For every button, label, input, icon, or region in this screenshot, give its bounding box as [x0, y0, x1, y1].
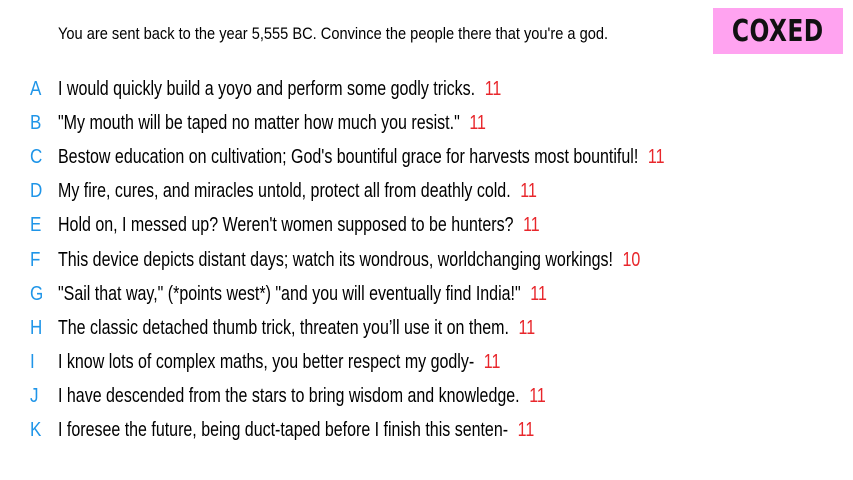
answer-text: I would quickly build a yoyo and perform…: [58, 78, 476, 101]
answer-letter: I: [30, 350, 35, 373]
answer-line: Hold on, I messed up? Weren't women supp…: [58, 211, 540, 239]
answer-row-j: J I have descended from the stars to bri…: [0, 379, 853, 413]
answer-score: 11: [523, 214, 540, 237]
answer-letter: G: [30, 282, 44, 305]
answer-line: "Sail that way," (*points west*) "and yo…: [58, 280, 547, 308]
brand-logo-text: COXED: [732, 13, 824, 49]
answer-text: I have descended from the stars to bring…: [58, 384, 520, 407]
answer-line: "My mouth will be taped no matter how mu…: [58, 109, 486, 137]
answer-letter: K: [30, 418, 42, 441]
answer-score: 11: [530, 282, 547, 305]
answer-score: 11: [529, 384, 546, 407]
answer-line: This device depicts distant days; watch …: [58, 246, 640, 274]
answer-line: The classic detached thumb trick, threat…: [58, 314, 535, 342]
slide: { "prompt": "You are sent back to the ye…: [0, 0, 853, 480]
answer-line: I know lots of complex maths, you better…: [58, 348, 500, 376]
answer-row-c: C Bestow education on cultivation; God's…: [0, 140, 853, 174]
answer-row-f: F This device depicts distant days; watc…: [0, 242, 853, 276]
answer-letter: B: [30, 112, 42, 135]
answer-row-h: H The classic detached thumb trick, thre…: [0, 311, 853, 345]
answer-score: 11: [469, 112, 486, 135]
answer-line: My fire, cures, and miracles untold, pro…: [58, 177, 537, 205]
brand-badge: COXED: [713, 8, 843, 54]
answer-letter: D: [30, 180, 43, 203]
answer-line: I would quickly build a yoyo and perform…: [58, 75, 501, 103]
answer-score: 11: [520, 180, 537, 203]
answer-score: 11: [518, 316, 536, 339]
answer-text: "My mouth will be taped no matter how mu…: [58, 112, 460, 135]
answer-score: 11: [517, 418, 535, 441]
answer-row-i: I I know lots of complex maths, you bett…: [0, 345, 853, 379]
answer-text: This device depicts distant days; watch …: [58, 248, 613, 271]
answer-text: Hold on, I messed up? Weren't women supp…: [58, 214, 514, 237]
prompt-text: You are sent back to the year 5,555 BC. …: [58, 24, 609, 43]
answer-text: I foresee the future, being duct-taped b…: [58, 418, 509, 441]
answer-score: 11: [484, 78, 502, 101]
answer-line: I have descended from the stars to bring…: [58, 382, 546, 410]
answer-row-a: A I would quickly build a yoyo and perfo…: [0, 72, 853, 106]
answer-text: "Sail that way," (*points west*) "and yo…: [58, 282, 521, 305]
answer-letter: F: [30, 248, 41, 271]
answer-letter: A: [30, 78, 42, 101]
answer-letter: E: [30, 214, 42, 237]
answer-row-d: D My fire, cures, and miracles untold, p…: [0, 174, 853, 208]
answer-score: 11: [647, 146, 665, 169]
answer-row-b: B "My mouth will be taped no matter how …: [0, 106, 853, 140]
answer-text: The classic detached thumb trick, threat…: [58, 316, 509, 339]
answer-score: 10: [622, 248, 641, 271]
answer-line: Bestow education on cultivation; God's b…: [58, 143, 664, 171]
answer-row-e: E Hold on, I messed up? Weren't women su…: [0, 208, 853, 242]
answer-row-g: G "Sail that way," (*points west*) "and …: [0, 277, 853, 311]
answer-letter: J: [30, 384, 39, 407]
answer-letter: H: [30, 316, 43, 339]
answer-letter: C: [30, 146, 43, 169]
answer-row-k: K I foresee the future, being duct-taped…: [0, 413, 853, 447]
answer-text: Bestow education on cultivation; God's b…: [58, 146, 639, 169]
answer-text: My fire, cures, and miracles untold, pro…: [58, 180, 511, 203]
answer-text: I know lots of complex maths, you better…: [58, 350, 475, 373]
answer-line: I foresee the future, being duct-taped b…: [58, 416, 534, 444]
answer-score: 11: [483, 350, 501, 373]
answer-list: A I would quickly build a yoyo and perfo…: [0, 72, 853, 447]
